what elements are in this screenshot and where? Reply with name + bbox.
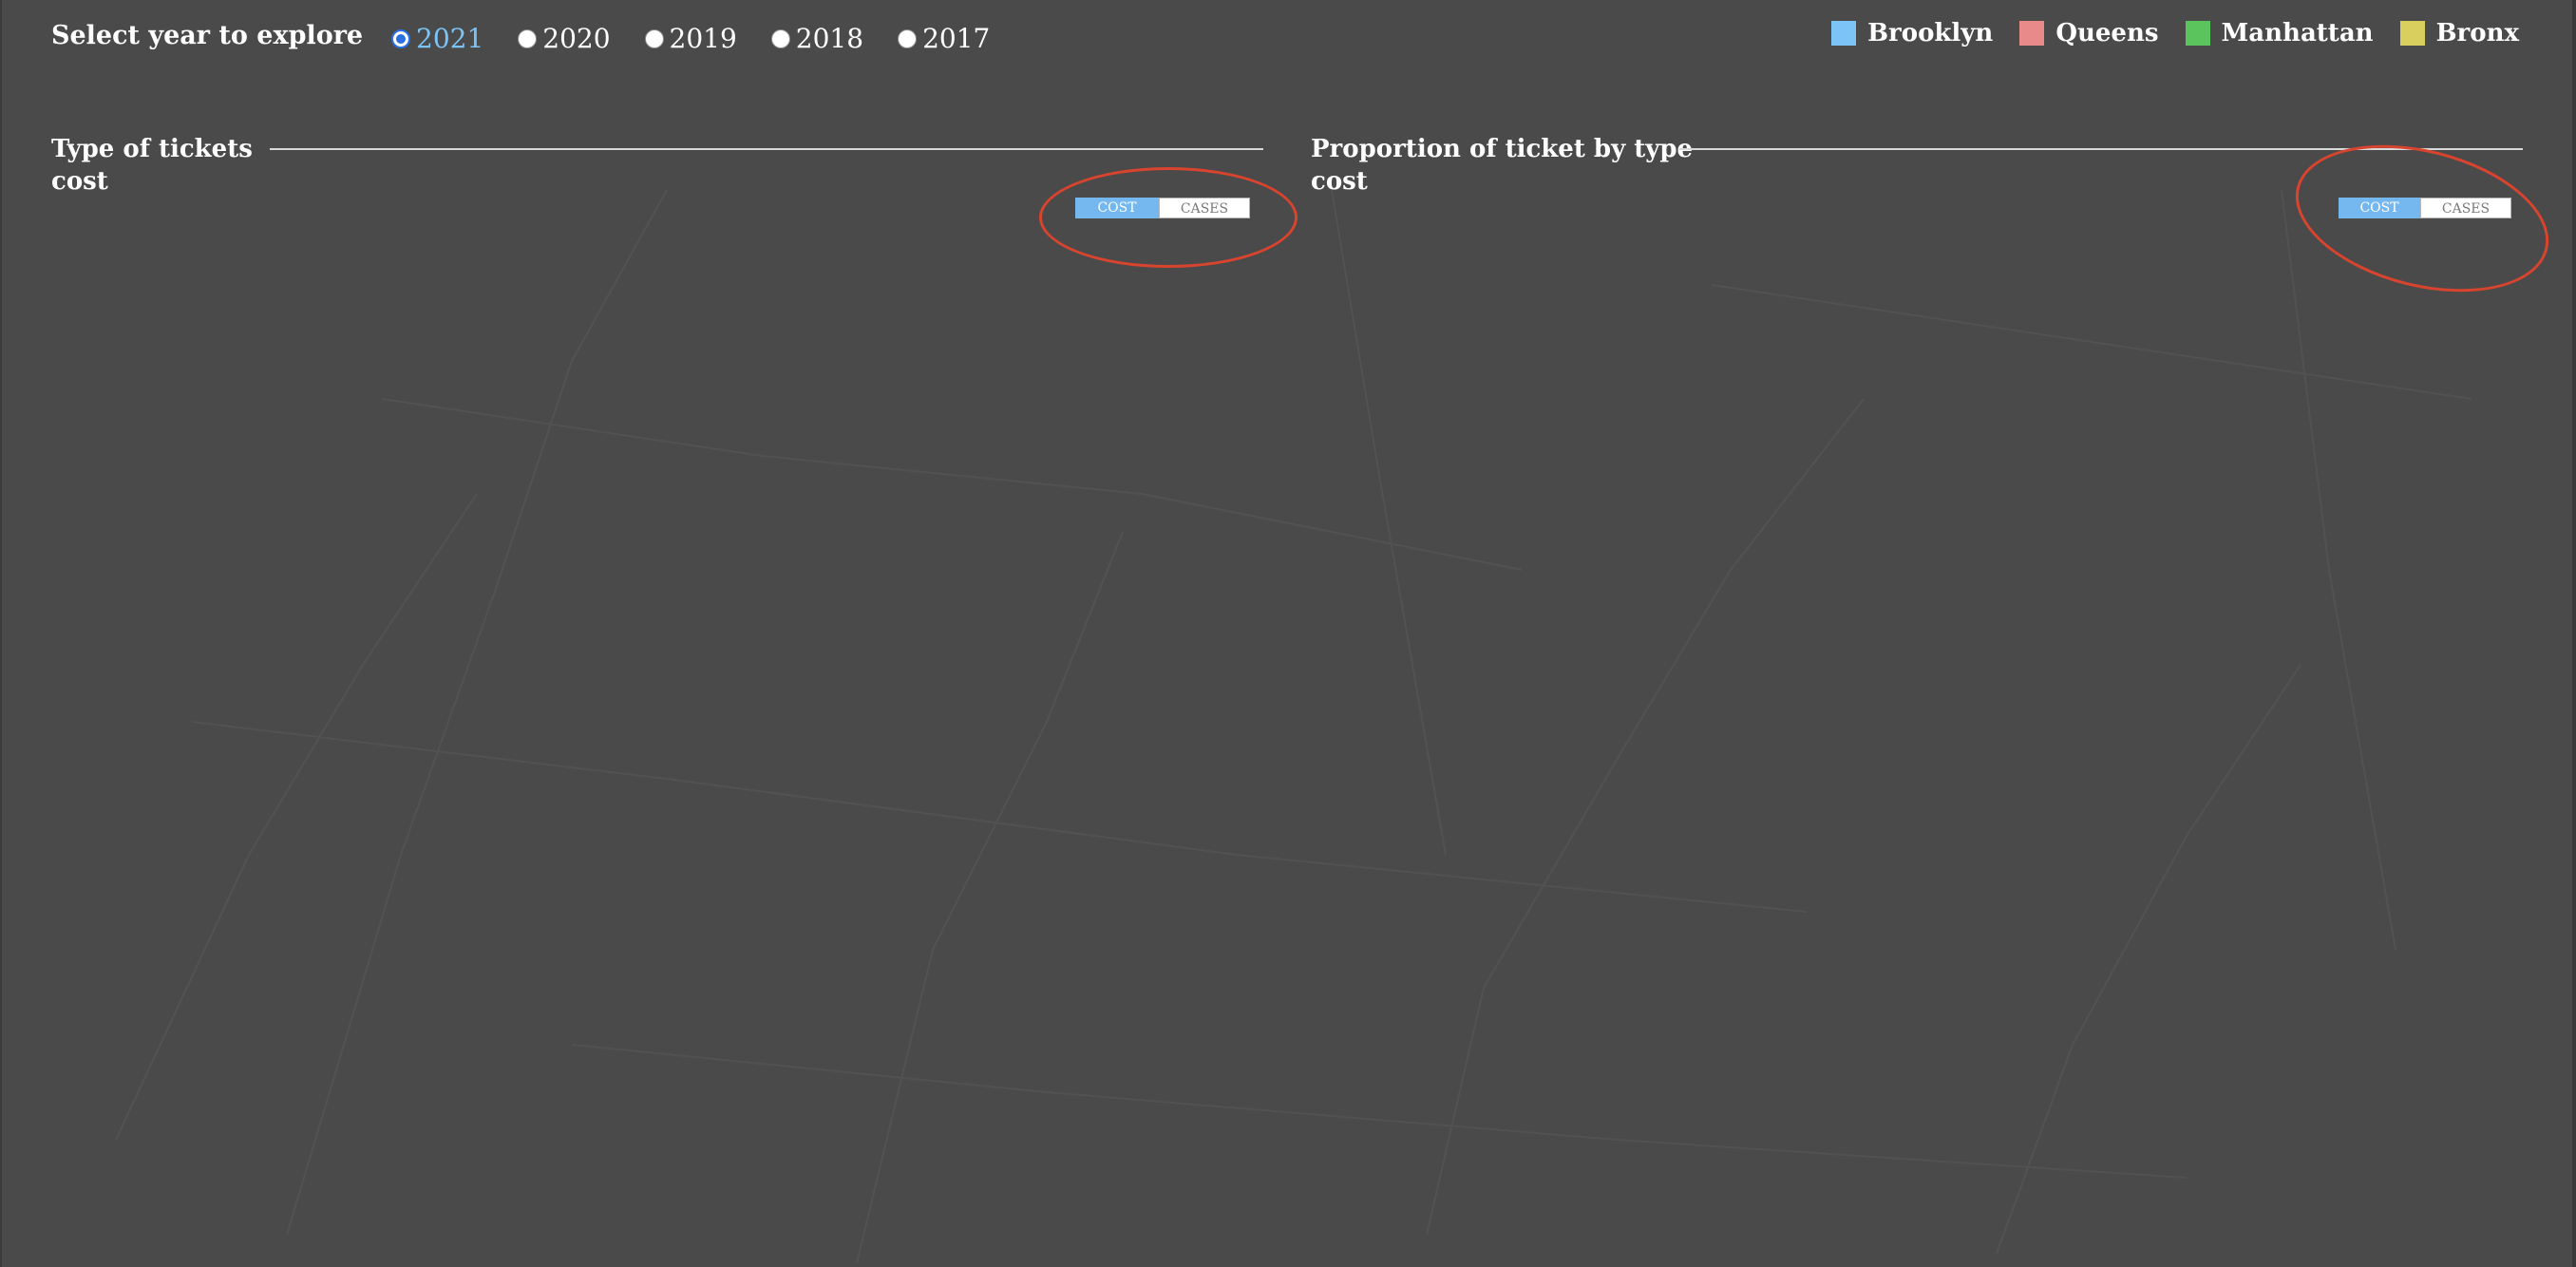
left-toggle-annotation-circle <box>1039 167 1297 268</box>
legend-item-queens: Queens <box>2019 19 2159 47</box>
left-panel-title: Type of tickets cost <box>51 133 253 198</box>
year-option-label: 2021 <box>416 23 484 54</box>
year-radio-group: 2021 2020 2019 2018 2017 <box>391 23 1024 54</box>
year-radio-2019[interactable] <box>644 28 664 48</box>
year-option-2020[interactable]: 2020 <box>518 23 611 54</box>
legend-label: Manhattan <box>2221 19 2374 47</box>
legend-label: Brooklyn <box>1867 19 1994 47</box>
borough-legend: Brooklyn Queens Manhattan Bronx <box>1805 19 2519 47</box>
right-panel-title-line1: Proportion of ticket by type <box>1311 135 1694 163</box>
year-radio-2017[interactable] <box>898 28 918 48</box>
year-option-2017[interactable]: 2017 <box>898 23 990 54</box>
left-panel-title-line1: Type of tickets <box>51 135 253 163</box>
legend-swatch-queens <box>2019 21 2045 46</box>
dashboard-page: Select year to explore 2021 2020 2019 20… <box>0 0 2576 1267</box>
legend-swatch-manhattan <box>2185 21 2210 46</box>
year-selector-label: Select year to explore <box>51 21 364 50</box>
year-option-label: 2018 <box>795 23 864 54</box>
year-radio-2020[interactable] <box>518 28 538 48</box>
legend-swatch-bronx <box>2399 21 2425 46</box>
background-map-texture <box>115 189 2472 1264</box>
left-panel-divider <box>270 148 1263 150</box>
year-radio-2021[interactable] <box>391 28 410 48</box>
year-option-2019[interactable]: 2019 <box>644 23 737 54</box>
left-panel-title-line2: cost <box>51 167 108 196</box>
year-option-label: 2019 <box>669 23 737 54</box>
legend-item-manhattan: Manhattan <box>2185 19 2374 47</box>
year-option-label: 2020 <box>542 23 611 54</box>
year-radio-2018[interactable] <box>770 28 790 48</box>
year-option-label: 2017 <box>922 23 991 54</box>
right-panel-title: Proportion of ticket by type cost <box>1311 133 1693 198</box>
year-option-2018[interactable]: 2018 <box>770 23 864 54</box>
legend-label: Bronx <box>2435 19 2519 47</box>
right-panel-title-line2: cost <box>1311 167 1368 196</box>
year-option-2021[interactable]: 2021 <box>391 23 483 54</box>
legend-label: Queens <box>2055 19 2159 47</box>
legend-item-brooklyn: Brooklyn <box>1831 19 1993 47</box>
legend-swatch-brooklyn <box>1831 21 1857 46</box>
legend-item-bronx: Bronx <box>2399 19 2519 47</box>
